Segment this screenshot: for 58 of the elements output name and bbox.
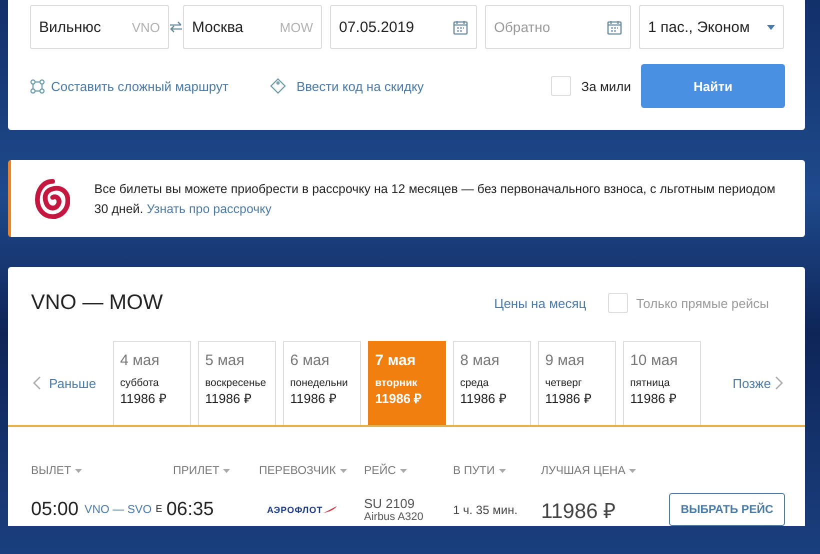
month-prices-link[interactable]: Цены на месяц bbox=[494, 296, 586, 310]
flight-duration: 1 ч. 35 мин. bbox=[453, 502, 518, 516]
date-tab[interactable]: 8 мая среда 11986 ₽ bbox=[453, 341, 532, 425]
passengers-select[interactable]: 1 пас., Эконом bbox=[639, 5, 784, 49]
date-tab[interactable]: 7 мая вторник 11986 ₽ bbox=[368, 341, 446, 425]
column-header[interactable]: ПЕРЕВОЗЧИК bbox=[259, 465, 364, 477]
caret-icon bbox=[498, 469, 506, 473]
arrival-time: 06:35 bbox=[166, 498, 214, 520]
column-header[interactable]: ЛУЧШАЯ ЦЕНА bbox=[541, 465, 669, 477]
caret-icon bbox=[629, 469, 636, 473]
chevron-right-icon bbox=[775, 376, 783, 390]
tag-icon bbox=[270, 78, 286, 94]
airport-code: VNO bbox=[132, 20, 160, 34]
date-tab[interactable]: 4 мая суббота 11986 ₽ bbox=[113, 341, 192, 425]
caret-icon bbox=[75, 469, 82, 473]
date-tab[interactable]: 10 мая пятница 11986 ₽ bbox=[623, 341, 702, 425]
caret-icon bbox=[340, 469, 347, 473]
calendar-icon bbox=[607, 20, 622, 34]
find-button[interactable]: Найти bbox=[641, 64, 785, 108]
column-header[interactable]: ПРИЛЕТ bbox=[173, 465, 259, 477]
caret-icon bbox=[223, 469, 230, 473]
installment-link[interactable]: Узнать про рассрочку bbox=[146, 198, 272, 218]
carrier-logo: АЭРОФЛОТ bbox=[267, 504, 323, 514]
route-icon bbox=[30, 78, 45, 94]
date-field[interactable]: Обратно bbox=[485, 5, 631, 49]
installment-text: Все билеты вы можете приобрести в рассрочку на 12 месяцев — без первоначального взноса, с льготным периодом 30 дней. Узнать про рассрочку bbox=[94, 178, 785, 218]
miles-checkbox[interactable] bbox=[551, 76, 572, 96]
route-link[interactable]: VNO — SVO bbox=[84, 504, 152, 516]
departure-time: 05:00 bbox=[31, 498, 79, 520]
date-tab[interactable]: 5 мая воскресенье 11986 ₽ bbox=[198, 341, 276, 425]
chevron-left-icon bbox=[33, 376, 41, 390]
route-title: VNO — MOW bbox=[31, 291, 164, 315]
column-header[interactable]: РЕЙС bbox=[364, 465, 453, 477]
column-header[interactable]: В ПУТИ bbox=[453, 465, 541, 477]
complex-route-link[interactable]: Составить сложный маршрут bbox=[30, 78, 228, 94]
select-flight-button[interactable]: ВЫБРАТЬ РЕЙС bbox=[669, 493, 785, 526]
caret-icon bbox=[400, 469, 407, 473]
direct-flights-checkbox[interactable] bbox=[608, 293, 628, 313]
ticket-mark: Е bbox=[156, 504, 162, 515]
later-link[interactable]: Позже bbox=[732, 376, 783, 390]
miles-label: За мили bbox=[581, 78, 631, 94]
calendar-icon bbox=[453, 20, 468, 34]
aircraft-model: Airbus A320 bbox=[364, 511, 424, 523]
date-tab[interactable]: 9 мая четверг 11986 ₽ bbox=[538, 341, 616, 425]
flight-number: SU 2109 bbox=[364, 496, 415, 511]
date-tab[interactable]: 6 мая понедельни 11986 ₽ bbox=[283, 341, 362, 425]
earlier-link[interactable]: Раньше bbox=[33, 376, 96, 390]
swap-icon[interactable] bbox=[169, 21, 183, 33]
column-header[interactable]: ВЫЛЕТ bbox=[31, 465, 173, 477]
flight-price: 11986 ₽ bbox=[541, 498, 616, 524]
dropdown-icon bbox=[767, 24, 775, 30]
wing-icon bbox=[322, 506, 337, 514]
city-field[interactable]: Вильнюс VNO bbox=[30, 5, 169, 49]
date-field[interactable]: 07.05.2019 bbox=[330, 5, 477, 49]
airport-code: MOW bbox=[280, 20, 313, 34]
direct-flights-label: Только прямые рейсы bbox=[636, 296, 769, 310]
city-field[interactable]: Москва MOW bbox=[183, 5, 322, 49]
promo-code-link[interactable]: Ввести код на скидку bbox=[270, 78, 424, 94]
